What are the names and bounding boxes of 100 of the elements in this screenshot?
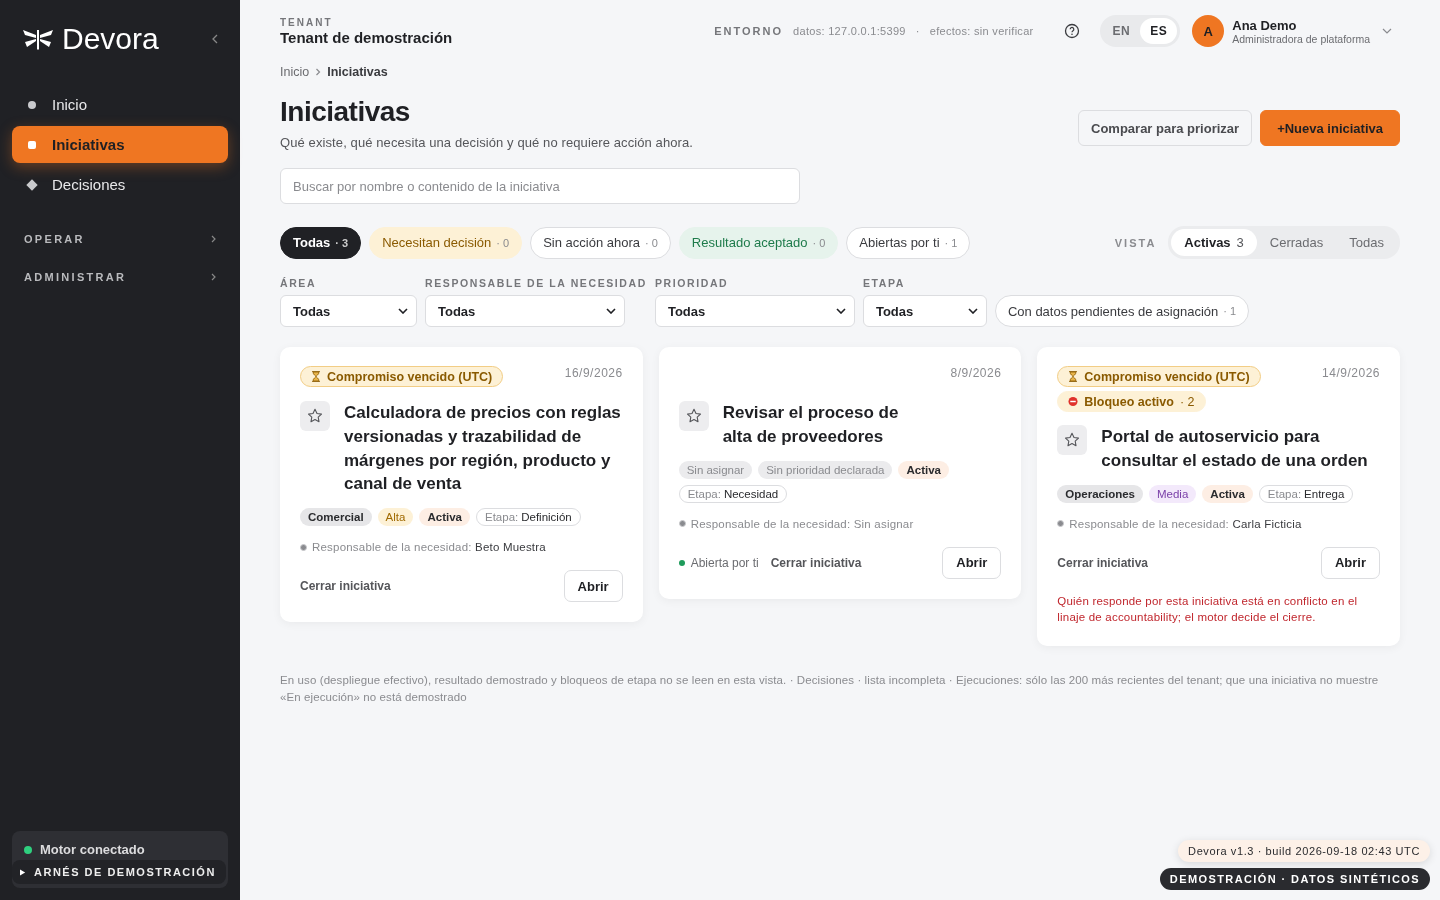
- collapse-button[interactable]: [212, 34, 218, 44]
- select-field[interactable]: Todas: [654, 295, 855, 327]
- separator: ·: [915, 25, 920, 37]
- nav-item[interactable]: Decisiones: [12, 166, 228, 203]
- filter-count: · 1: [1223, 305, 1237, 317]
- page-subtitle: Qué existe, qué necesita una decisión y qué no requiere acción ahora.: [280, 135, 694, 150]
- tag: Comercial: [300, 508, 372, 527]
- select-field[interactable]: Todas: [280, 295, 417, 327]
- tag: Alta: [377, 508, 414, 527]
- demo-badge: DEMOSTRACIÓN · DATOS SINTÉTICOS: [1159, 868, 1430, 890]
- chevron-right-icon: [211, 273, 216, 281]
- nav-item[interactable]: Iniciativas: [12, 126, 228, 163]
- view-option[interactable]: Activas 3: [1171, 229, 1257, 256]
- avatar[interactable]: A: [1192, 15, 1225, 47]
- help-icon: [1063, 23, 1080, 39]
- tag: Etapa: Definición: [475, 508, 581, 527]
- environment-label: ENTORNO: [714, 25, 784, 37]
- favorite-button[interactable]: [1057, 425, 1088, 455]
- card-title: Revisar el proceso de alta de proveedores: [722, 402, 900, 448]
- user-role: Administradora de plataforma: [1232, 32, 1370, 45]
- tag: Sin asignar: [678, 460, 753, 479]
- chevron-down-icon: [967, 308, 978, 314]
- breadcrumb-link[interactable]: Inicio: [280, 65, 310, 79]
- chevron-left-icon: [212, 34, 218, 44]
- tenant-name: Tenant de demostración: [280, 28, 454, 46]
- status-dot: [678, 559, 685, 566]
- tag: Activa: [898, 460, 949, 479]
- card-date: 8/9/2026: [950, 366, 1002, 380]
- no-entry-icon: [1068, 396, 1079, 407]
- hourglass-icon: [311, 371, 321, 382]
- chevron-down-icon: [1382, 28, 1392, 34]
- star-icon: [685, 408, 702, 424]
- new-initiative-button[interactable]: +Nueva iniciativa: [1260, 110, 1400, 146]
- compare-button[interactable]: Comparar para priorizar: [1078, 110, 1253, 146]
- filter-chip[interactable]: Abiertas por ti · 1: [846, 226, 971, 259]
- dot-icon: [28, 100, 36, 109]
- nav-item[interactable]: Inicio: [12, 86, 228, 123]
- status-label: Motor conectado: [40, 842, 145, 857]
- star-icon: [307, 408, 323, 424]
- owner-text: Responsable de la necesidad: Carla Ficticia: [1069, 517, 1302, 530]
- filter-chip[interactable]: Todas · 3: [280, 226, 362, 259]
- square-icon: [28, 140, 36, 149]
- blocked-badge: Bloqueo activo · 2: [1057, 391, 1206, 412]
- page-title: Iniciativas: [280, 96, 411, 128]
- filter-label: PRIORIDAD: [654, 277, 730, 289]
- tag: Operaciones: [1057, 484, 1143, 503]
- harness-toggle[interactable]: ARNÉS DE DEMOSTRACIÓN: [12, 860, 226, 884]
- environment-data: datos: 127.0.0.1:5399: [793, 25, 906, 37]
- card-title: Calculadora de precios con reglas versionadas y trazabilidad de márgenes por región, producto y canal de venta: [344, 402, 622, 496]
- filter-chip[interactable]: Necesitan decisión · 0: [369, 226, 523, 259]
- chevron-down-icon: [398, 308, 408, 314]
- filter-chip[interactable]: Con datos pendientes de asignación · 1: [994, 295, 1250, 327]
- close-link[interactable]: Cerrar iniciativa: [300, 579, 391, 594]
- chevron-down-icon: [835, 308, 846, 314]
- logo-text: Devora: [62, 22, 159, 56]
- open-button[interactable]: Abrir: [1320, 546, 1380, 579]
- close-link[interactable]: Cerrar iniciativa: [770, 555, 862, 570]
- language-option[interactable]: ES: [1140, 18, 1178, 44]
- nav-section[interactable]: ADMINISTRAR: [12, 271, 228, 283]
- filter-label: ETAPA: [862, 277, 906, 289]
- overdue-badge: Compromiso vencido (UTC): [300, 366, 504, 387]
- filter-chip[interactable]: Resultado aceptado · 0: [678, 226, 839, 259]
- opened-label: Abierta por ti: [690, 555, 759, 570]
- filter-count: · 0: [645, 236, 658, 249]
- language-option[interactable]: EN: [1102, 18, 1141, 44]
- star-icon: [1064, 432, 1081, 448]
- open-button[interactable]: Abrir: [563, 570, 623, 603]
- favorite-button[interactable]: [678, 401, 709, 431]
- chevron-right-icon: [315, 68, 322, 76]
- warning-text: Quién responde por esta iniciativa está en conflicto en el linaje de accountability; el motor decide el cierre.: [1057, 593, 1359, 626]
- close-link[interactable]: Cerrar iniciativa: [1057, 555, 1149, 570]
- chevron-down-icon: [606, 308, 616, 314]
- favorite-button[interactable]: [300, 401, 330, 431]
- overdue-badge: Compromiso vencido (UTC): [1057, 366, 1261, 387]
- nav-section[interactable]: OPERAR: [12, 233, 228, 245]
- help-button[interactable]: [1063, 23, 1080, 39]
- select-field[interactable]: Todas: [425, 295, 625, 327]
- owner-text: Responsable de la necesidad: Sin asignar: [690, 517, 914, 530]
- view-label: VISTA: [1114, 236, 1157, 249]
- tag: Activa: [419, 508, 470, 527]
- select-field[interactable]: Todas: [862, 295, 987, 327]
- filter-label: RESPONSABLE DE LA NECESIDAD: [425, 277, 647, 289]
- dragonfly-icon: [22, 27, 54, 51]
- owner-text: Responsable de la necesidad: Beto Muestra: [312, 541, 546, 554]
- open-button[interactable]: Abrir: [942, 546, 1002, 579]
- view-option[interactable]: Todas: [1336, 229, 1397, 256]
- environment-effects: efectos: sin verificar: [929, 25, 1034, 37]
- search-field[interactable]: Buscar por nombre o contenido de la iniciativa: [280, 168, 800, 204]
- filter-chip[interactable]: Sin acción ahora · 0: [530, 226, 671, 259]
- filter-label: ÁREA: [280, 277, 318, 289]
- filter-count: · 0: [496, 236, 510, 249]
- tag: Sin prioridad declarada: [758, 460, 893, 479]
- card-date: 14/9/2026: [1322, 366, 1380, 380]
- view-option[interactable]: Cerradas: [1256, 229, 1337, 256]
- user-name: Ana Demo: [1232, 17, 1298, 33]
- breadcrumb-current: Iniciativas: [327, 65, 388, 79]
- tag: Etapa: Necesidad: [678, 484, 788, 503]
- filter-count: · 3: [335, 236, 349, 249]
- tag: Media: [1149, 484, 1197, 503]
- build-info: Devora v1.3 · build 2026-09-18 02:43 UTC: [1178, 840, 1430, 862]
